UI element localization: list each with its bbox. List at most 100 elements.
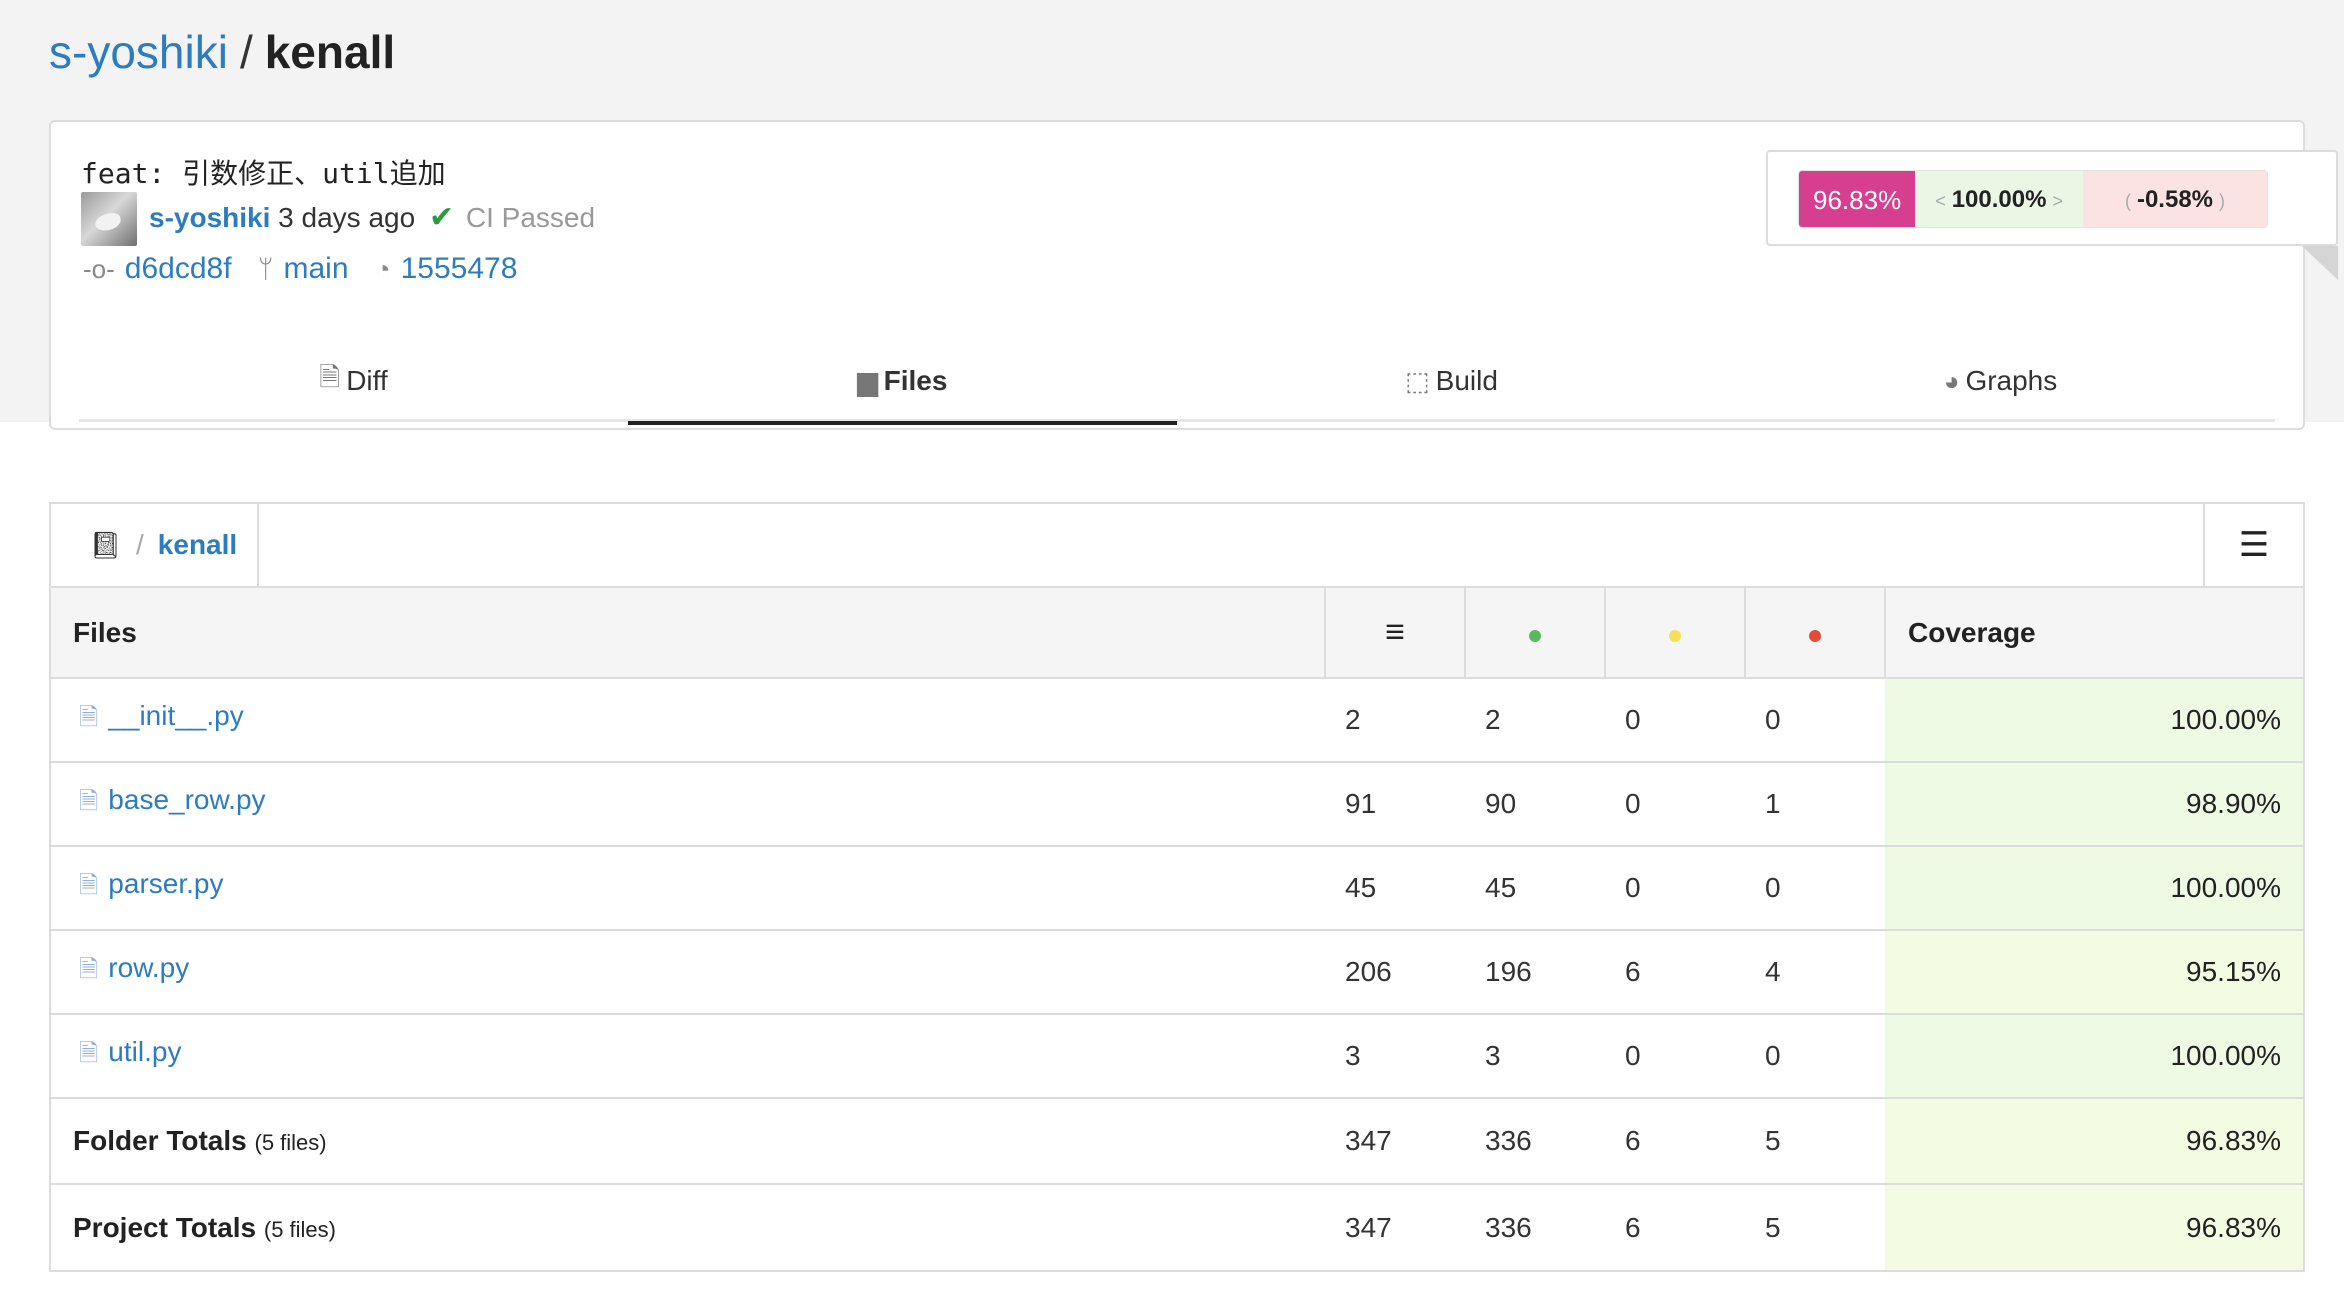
coverage-cell: 100.00% xyxy=(1885,1014,2303,1099)
hits-cell: 2 xyxy=(1465,678,1605,763)
file-icon: 🗎 xyxy=(79,955,99,983)
list-view-toggle[interactable]: ☰ xyxy=(2203,504,2303,586)
head-coverage-value: 100.00% xyxy=(1951,186,2047,213)
lines-cell: 45 xyxy=(1325,846,1465,931)
misses-cell: 5 xyxy=(1745,1098,1885,1185)
commit-message: feat: 引数修正、util追加 xyxy=(81,157,446,190)
build-link[interactable]: 1555478 xyxy=(401,252,518,285)
file-link[interactable]: parser.py xyxy=(108,868,223,899)
misses-cell: 1 xyxy=(1745,762,1885,847)
lines-cell: 2 xyxy=(1325,678,1465,763)
partials-dot-icon xyxy=(1669,629,1681,642)
breadcrumb-bar: 📓︎ / kenall ☰ xyxy=(51,504,2303,588)
box-icon: ⬚ xyxy=(1405,365,1430,396)
table-row: 🗎 __init__.py 2 2 0 0 100.00% xyxy=(51,678,2303,763)
commit-meta: -o-d6dcd8f ᛘ main ◔ 1555478 xyxy=(83,246,517,292)
commit-author-line: s-yoshiki 3 days ago ✔ CI Passed xyxy=(149,196,595,240)
coverage-summary: 96.83% <100.00% > (-0.58%) xyxy=(1766,150,2338,246)
hits-cell: 196 xyxy=(1465,930,1605,1015)
hits-column-header[interactable] xyxy=(1464,588,1605,679)
lines-cell: 347 xyxy=(1345,1211,1392,1243)
partials-cell: 0 xyxy=(1605,678,1745,763)
book-icon[interactable]: 📓︎ xyxy=(89,530,122,561)
file-cell: 🗎 util.py xyxy=(51,1014,1325,1099)
file-link[interactable]: __init__.py xyxy=(108,700,243,731)
totals-note: (5 files) xyxy=(263,1216,336,1242)
file-icon: 🗎 xyxy=(79,787,99,815)
file-icon: 🗎 xyxy=(79,703,99,731)
ci-status: CI Passed xyxy=(465,202,596,233)
lines-cell: 3 xyxy=(1325,1014,1465,1099)
coverage-column-header[interactable]: Coverage xyxy=(1884,588,2303,679)
folder-icon: ▆ xyxy=(857,365,878,396)
tab-label: Files xyxy=(883,365,948,396)
coverage-diff-badge[interactable]: (-0.58%) xyxy=(2082,171,2268,227)
branch-icon: ᛘ xyxy=(257,254,274,284)
files-panel: 📓︎ / kenall ☰ Files ≡ Coverage 🗎 __init__… xyxy=(49,502,2305,1272)
misses-cell: 0 xyxy=(1745,846,1885,931)
file-link[interactable]: base_row.py xyxy=(108,784,265,815)
commit-time: 3 days ago xyxy=(278,202,416,233)
table-row: 🗎 parser.py 45 45 0 0 100.00% xyxy=(51,846,2303,931)
tab-label: Diff xyxy=(346,365,388,396)
partials-cell: 0 xyxy=(1605,1014,1745,1099)
coverage-cell: 100.00% xyxy=(1885,846,2303,931)
branch-link[interactable]: main xyxy=(284,252,349,285)
misses-dot-icon xyxy=(1809,629,1821,642)
misses-cell: 4 xyxy=(1745,930,1885,1015)
breadcrumb-dir-link[interactable]: kenall xyxy=(158,529,237,561)
file-cell: 🗎 parser.py xyxy=(51,846,1325,931)
tab-label: Build xyxy=(1435,365,1498,396)
totals-row: Folder Totals (5 files) 347 336 6 5 96.83% xyxy=(51,1098,2303,1185)
table-row: 🗎 util.py 3 3 0 0 100.00% xyxy=(51,1014,2303,1099)
commit-sha-link[interactable]: d6dcd8f xyxy=(125,252,232,285)
avatar[interactable] xyxy=(81,192,137,246)
breadcrumb-separator: / xyxy=(136,529,144,560)
misses-cell: 0 xyxy=(1745,1014,1885,1099)
repo-name[interactable]: kenall xyxy=(265,26,395,78)
file-icon: 🗎 xyxy=(79,1039,99,1067)
current-coverage-badge[interactable]: 96.83% xyxy=(1799,171,1916,227)
coverage-fold-decoration xyxy=(2302,246,2338,280)
hits-cell: 336 xyxy=(1465,1098,1605,1185)
build-icon: ◔ xyxy=(374,254,391,284)
tab-graphs[interactable]: ◕ Graphs xyxy=(1726,340,2275,422)
misses-cell: 0 xyxy=(1745,678,1885,763)
coverage-cell: 100.00% xyxy=(1885,678,2303,763)
file-diff-icon: 🗎 xyxy=(319,362,341,392)
coverage-diff-value: -0.58% xyxy=(2136,186,2214,213)
files-column-header[interactable]: Files xyxy=(51,588,1325,679)
lines-icon: ≡ xyxy=(1385,613,1405,651)
file-link[interactable]: util.py xyxy=(108,1036,181,1067)
tab-build[interactable]: ⬚ Build xyxy=(1177,340,1726,422)
file-link[interactable]: row.py xyxy=(108,952,189,983)
lines-cell: 91 xyxy=(1325,762,1465,847)
misses-column-header[interactable] xyxy=(1744,588,1885,679)
pie-chart-icon: ◕ xyxy=(1943,365,1960,396)
lines-cell: 206 xyxy=(1325,930,1465,1015)
partials-cell: 6 xyxy=(1605,1098,1745,1185)
lines-column-header[interactable]: ≡ xyxy=(1324,588,1465,679)
hits-dot-icon xyxy=(1529,629,1541,642)
tab-files[interactable]: ▆ Files xyxy=(628,340,1177,425)
head-coverage-badge[interactable]: <100.00% > xyxy=(1915,171,2083,227)
coverage-cell: 96.83% xyxy=(1885,1098,2303,1185)
repo-owner-link[interactable]: s-yoshiki xyxy=(49,26,228,78)
table-row: 🗎 base_row.py 91 90 0 1 98.90% xyxy=(51,762,2303,847)
totals-label-cell: Folder Totals (5 files) xyxy=(51,1098,1325,1185)
repo-title: s-yoshiki / kenall xyxy=(49,22,395,82)
partials-cell: 6 xyxy=(1605,930,1745,1015)
totals-label-cell: Project Totals (5 files) xyxy=(51,1184,1325,1270)
totals-label: Project Totals xyxy=(73,1211,257,1243)
repo-separator: / xyxy=(239,26,253,78)
tab-diff[interactable]: 🗎 Diff xyxy=(79,340,628,422)
hits-cell: 45 xyxy=(1465,846,1605,931)
author-link[interactable]: s-yoshiki xyxy=(149,202,270,233)
breadcrumb: 📓︎ / kenall xyxy=(51,504,259,586)
coverage-cell: 96.83% xyxy=(1885,1184,2303,1270)
file-icon: 🗎 xyxy=(79,871,99,899)
partials-column-header[interactable] xyxy=(1604,588,1745,679)
table-row: 🗎 row.py 206 196 6 4 95.15% xyxy=(51,930,2303,1015)
coverage-pills: 96.83% <100.00% > (-0.58%) xyxy=(1798,170,2269,228)
list-icon: ☰ xyxy=(2238,526,2270,564)
